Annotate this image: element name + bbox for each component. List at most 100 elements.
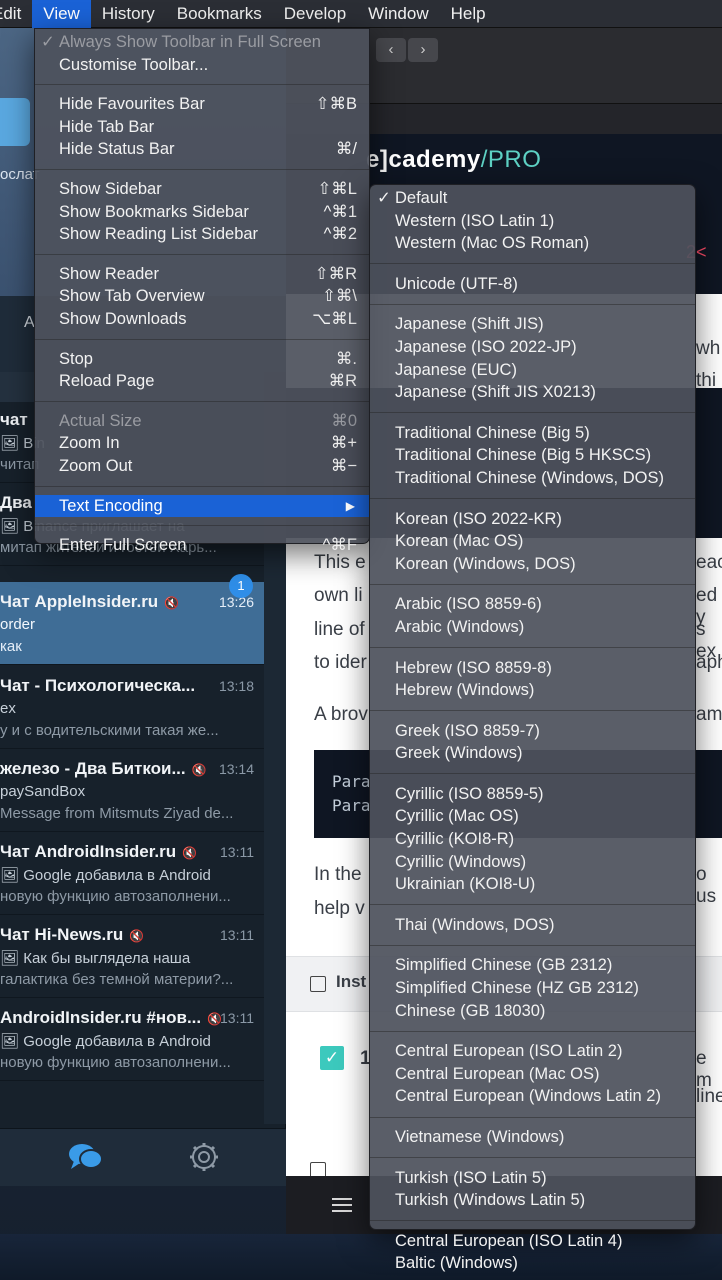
menu-window[interactable]: Window xyxy=(357,0,439,28)
menu-bookmarks[interactable]: Bookmarks xyxy=(166,0,273,28)
menu-item-hide-tab-bar[interactable]: Hide Tab Bar xyxy=(35,116,369,139)
menu-item-enter-full-screen[interactable]: Enter Full Screen ^⌘F xyxy=(35,534,369,557)
menu-item-label: Show Sidebar xyxy=(59,179,162,198)
encoding-menu-item[interactable]: Turkish (Windows Latin 5) xyxy=(370,1189,695,1212)
encoding-menu-item[interactable]: Cyrillic (Windows) xyxy=(370,851,695,874)
hamburger-menu-icon[interactable] xyxy=(332,1198,352,1212)
encoding-menu-item[interactable]: Japanese (EUC) xyxy=(370,359,695,382)
encoding-label: Japanese (Shift JIS X0213) xyxy=(395,383,596,402)
menu-item-zoom-out[interactable]: Zoom Out ⌘− xyxy=(35,455,369,478)
encoding-label: Simplified Chinese (GB 2312) xyxy=(395,956,613,975)
menu-item-label: Hide Status Bar xyxy=(59,140,175,159)
encoding-menu-item[interactable]: Japanese (ISO 2022-JP) xyxy=(370,336,695,359)
encoding-menu-item[interactable]: Thai (Windows, DOS) xyxy=(370,914,695,937)
menu-separator xyxy=(370,647,695,648)
encoding-menu-item[interactable]: Arabic (ISO 8859-6) xyxy=(370,593,695,616)
encoding-group: Cyrillic (ISO 8859-5) Cyrillic (Mac OS) Cy… xyxy=(370,781,695,898)
encoding-menu-item[interactable]: Japanese (Shift JIS X0213) xyxy=(370,381,695,404)
menu-shortcut: ^⌘F xyxy=(322,536,357,555)
encoding-label: Thai (Windows, DOS) xyxy=(395,915,555,934)
encoding-menu-item[interactable]: Korean (ISO 2022-KR) xyxy=(370,508,695,531)
article-text: to ider xyxy=(314,652,367,673)
encoding-menu-item[interactable]: Cyrillic (ISO 8859-5) xyxy=(370,783,695,806)
menu-item-zoom-in[interactable]: Zoom In ⌘+ xyxy=(35,432,369,455)
menu-item-show-downloads[interactable]: Show Downloads ⌥⌘L xyxy=(35,308,369,331)
encoding-menu-item[interactable]: Chinese (GB 18030) xyxy=(370,1000,695,1023)
menu-item-stop[interactable]: Stop ⌘. xyxy=(35,348,369,371)
menu-item-show-sidebar[interactable]: Show Sidebar ⇧⌘L xyxy=(35,178,369,201)
encoding-menu-item[interactable]: Hebrew (Windows) xyxy=(370,679,695,702)
encoding-menu-item[interactable]: Western (Mac OS Roman) xyxy=(370,232,695,255)
encoding-menu-item[interactable]: Simplified Chinese (HZ GB 2312) xyxy=(370,977,695,1000)
encoding-menu-item[interactable]: Baltic (Windows) xyxy=(370,1252,695,1275)
encoding-label: Hebrew (ISO 8859-8) xyxy=(395,658,552,677)
chat-list-item[interactable]: железо - Два Биткои... 🔇 13:14 paySandBox… xyxy=(0,749,264,832)
encoding-menu-item[interactable]: Hebrew (ISO 8859-8) xyxy=(370,657,695,680)
menu-separator xyxy=(35,168,369,170)
encoding-menu-item[interactable]: Greek (ISO 8859-7) xyxy=(370,720,695,743)
encoding-menu-item[interactable]: Central European (Mac OS) xyxy=(370,1063,695,1086)
encoding-menu-item[interactable]: Greek (Windows) xyxy=(370,742,695,765)
chat-title-text: AndroidInsider.ru #нов... xyxy=(0,1008,202,1027)
encoding-menu-item[interactable]: Traditional Chinese (Big 5 HKSCS) xyxy=(370,444,695,467)
task-checkbox-checked[interactable]: ✓ xyxy=(320,1046,344,1070)
menu-edit[interactable]: Edit xyxy=(0,0,32,28)
chat-title: AndroidInsider.ru #нов... 🔇 xyxy=(0,1008,222,1028)
menu-item-customise-toolbar[interactable]: Customise Toolbar... xyxy=(35,54,369,77)
menu-separator xyxy=(370,710,695,712)
checkmark-icon: ✓ xyxy=(41,33,55,51)
encoding-menu-item[interactable]: Cyrillic (KOI8-R) xyxy=(370,828,695,851)
menu-item-text-encoding[interactable]: Text Encoding ▶ xyxy=(35,494,369,518)
article-text: line xyxy=(696,1086,722,1107)
menu-shortcut: ⌥⌘L xyxy=(312,309,357,328)
encoding-menu-item[interactable]: Korean (Mac OS) xyxy=(370,530,695,553)
menu-view[interactable]: View xyxy=(32,0,91,28)
encoding-label: Traditional Chinese (Big 5 HKSCS) xyxy=(395,446,652,465)
encoding-menu-item[interactable]: ✓ Default xyxy=(370,187,695,210)
article-text: line of xyxy=(314,619,365,640)
menu-item-hide-status-bar[interactable]: Hide Status Bar ⌘/ xyxy=(35,138,369,161)
chat-list-item[interactable]: AndroidInsider.ru #нов... 🔇 13:11 🖼 Googl… xyxy=(0,998,264,1081)
menu-item-show-bookmarks-sidebar[interactable]: Show Bookmarks Sidebar ^⌘1 xyxy=(35,201,369,224)
chats-icon[interactable] xyxy=(68,1141,104,1178)
code-line: Para xyxy=(332,796,371,815)
header-button[interactable] xyxy=(0,98,30,146)
chat-list-item[interactable]: Чат Hi-News.ru 🔇 13:11 🖼 Как бы выглядела… xyxy=(0,915,264,998)
menu-item-reload-page[interactable]: Reload Page ⌘R xyxy=(35,370,369,393)
encoding-group: Japanese (Shift JIS) Japanese (ISO 2022-J… xyxy=(370,311,695,405)
forward-button[interactable]: › xyxy=(408,38,438,62)
settings-gear-icon[interactable] xyxy=(188,1141,220,1178)
encoding-label: Central European (Windows Latin 2) xyxy=(395,1087,661,1106)
encoding-menu-item[interactable]: Turkish (ISO Latin 5) xyxy=(370,1167,695,1190)
chat-list-item[interactable]: Чат - Психологическа... 13:18 ex у и с в… xyxy=(0,666,264,749)
site-logo[interactable]: e]cademy/PRO xyxy=(366,146,541,174)
menu-develop[interactable]: Develop xyxy=(273,0,357,28)
menu-bar: Edit View History Bookmarks Develop Wind… xyxy=(0,0,722,28)
menu-item-show-tab-overview[interactable]: Show Tab Overview ⇧⌘\ xyxy=(35,285,369,308)
article-text: o us xyxy=(696,864,717,907)
encoding-menu-item[interactable]: Central European (ISO Latin 4) xyxy=(370,1230,695,1253)
encoding-label: Traditional Chinese (Big 5) xyxy=(395,423,590,442)
chat-list-item[interactable]: Чат AndroidInsider.ru 🔇 13:11 🖼 Google до… xyxy=(0,832,264,915)
menu-item-show-reading-list-sidebar[interactable]: Show Reading List Sidebar ^⌘2 xyxy=(35,223,369,246)
encoding-menu-item[interactable]: Arabic (Windows) xyxy=(370,616,695,639)
encoding-menu-item[interactable]: Western (ISO Latin 1) xyxy=(370,210,695,233)
encoding-menu-item[interactable]: Japanese (Shift JIS) xyxy=(370,313,695,336)
chat-list-item-selected[interactable]: Чат AppleInsider.ru 🔇 13:26 order как xyxy=(0,582,264,665)
encoding-menu-item[interactable]: Korean (Windows, DOS) xyxy=(370,553,695,576)
menu-history[interactable]: History xyxy=(91,0,166,28)
menu-item-show-reader[interactable]: Show Reader ⇧⌘R xyxy=(35,263,369,286)
encoding-menu-item[interactable]: Vietnamese (Windows) xyxy=(370,1126,695,1149)
encoding-menu-item[interactable]: Traditional Chinese (Windows, DOS) xyxy=(370,467,695,490)
encoding-menu-item[interactable]: Cyrillic (Mac OS) xyxy=(370,805,695,828)
encoding-menu-item[interactable]: Simplified Chinese (GB 2312) xyxy=(370,954,695,977)
encoding-menu-item[interactable]: Traditional Chinese (Big 5) xyxy=(370,422,695,445)
encoding-menu-item[interactable]: Central European (Windows Latin 2) xyxy=(370,1085,695,1108)
back-button[interactable]: ‹ xyxy=(376,38,406,62)
encoding-menu-item[interactable]: Central European (ISO Latin 2) xyxy=(370,1040,695,1063)
checkbox[interactable] xyxy=(310,976,326,992)
encoding-menu-item[interactable]: Ukrainian (KOI8-U) xyxy=(370,873,695,896)
menu-item-hide-favourites-bar[interactable]: Hide Favourites Bar ⇧⌘B xyxy=(35,93,369,116)
menu-help[interactable]: Help xyxy=(440,0,497,28)
encoding-menu-item[interactable]: Unicode (UTF-8) xyxy=(370,273,695,296)
